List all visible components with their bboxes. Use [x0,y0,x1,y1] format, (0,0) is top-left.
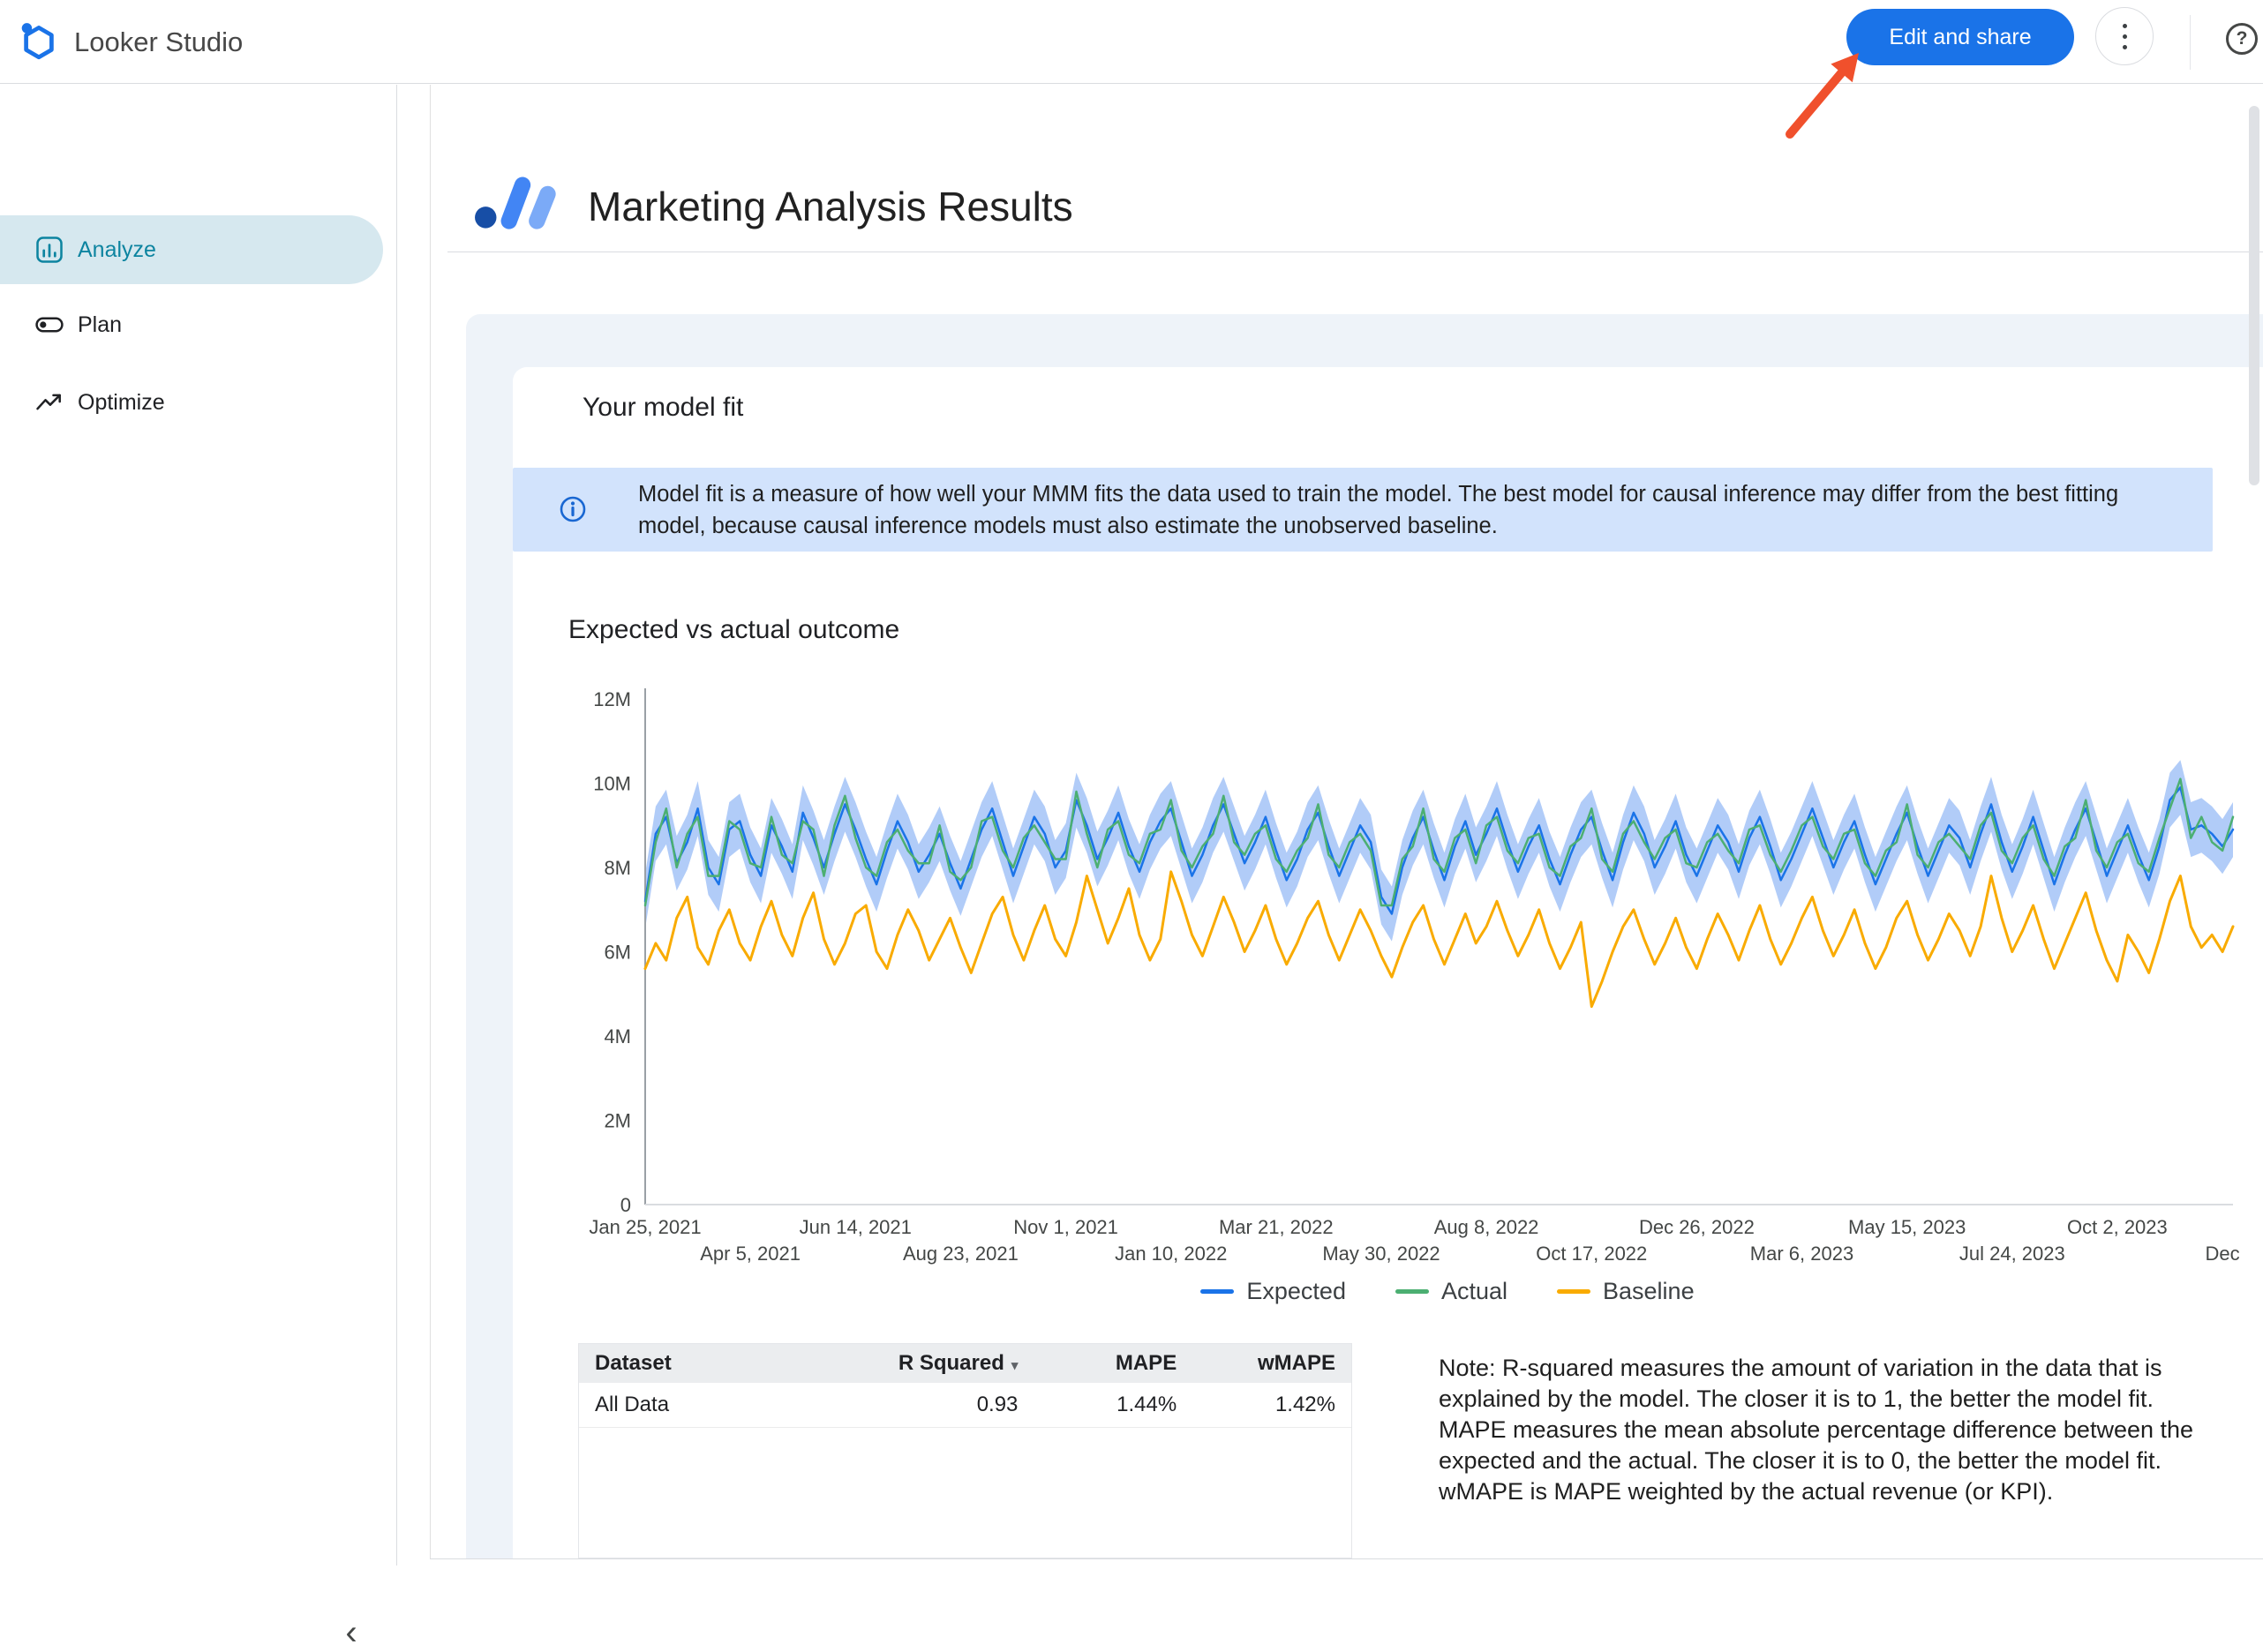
chart-section-title: Expected vs actual outcome [568,615,899,645]
legend-label: Expected [1246,1278,1346,1305]
svg-text:Jul 24, 2023: Jul 24, 2023 [1959,1243,2065,1265]
sidebar-item-plan[interactable]: Plan [0,290,383,359]
card-title: Your model fit [583,393,743,423]
svg-text:Jan 25, 2021: Jan 25, 2021 [589,1216,701,1238]
sidebar-item-label: Plan [78,312,122,338]
model-fit-table: Dataset R Squared▾ MAPE wMAPE All Data 0… [578,1343,1352,1558]
info-banner-text: Model fit is a measure of how well your … [638,478,2139,542]
svg-text:Dec: Dec [2206,1243,2240,1265]
cell-dataset: All Data [579,1393,812,1417]
legend-swatch [1557,1289,1590,1294]
svg-text:Aug 8, 2022: Aug 8, 2022 [1434,1216,1539,1238]
svg-text:12M: 12M [593,688,631,710]
svg-text:4M: 4M [604,1025,631,1048]
topbar: Looker Studio Edit and share ? [0,0,2263,84]
table-header-row: Dataset R Squared▾ MAPE wMAPE [579,1344,1351,1383]
trending-up-icon [34,387,65,418]
meridian-logo [473,168,572,231]
svg-text:0: 0 [620,1194,631,1216]
svg-text:May 30, 2022: May 30, 2022 [1322,1243,1440,1265]
left-navigation: Analyze Plan Optimize ‹ [0,85,397,1566]
table-header-dataset: Dataset [579,1351,812,1376]
toggle-icon [34,309,65,341]
sidebar-item-analyze[interactable]: Analyze [0,215,383,284]
legend-label: Actual [1441,1278,1507,1305]
cell-rsquared: 0.93 [812,1393,1034,1417]
kebab-dot [2123,45,2127,49]
svg-text:8M: 8M [604,857,631,879]
page-bottom-edge [430,1558,2263,1559]
svg-text:10M: 10M [593,773,631,795]
sidebar-collapse-button[interactable]: ‹ [332,1615,371,1650]
svg-text:Jan 10, 2022: Jan 10, 2022 [1115,1243,1227,1265]
legend-item-actual: Actual [1395,1278,1507,1305]
sort-descending-icon: ▾ [1011,1358,1019,1373]
legend-swatch [1200,1289,1234,1294]
legend-label: Baseline [1603,1278,1695,1305]
sidebar-item-label: Optimize [78,390,165,416]
kebab-dot [2123,34,2127,39]
table-header-rsquared[interactable]: R Squared▾ [812,1351,1034,1376]
page-left-edge [430,85,431,1558]
chart-legend: Expected Actual Baseline [653,1278,2242,1305]
cell-wmape: 1.42% [1192,1393,1351,1417]
edit-and-share-button[interactable]: Edit and share [1846,9,2074,65]
legend-swatch [1395,1289,1429,1294]
sidebar-item-label: Analyze [78,237,156,263]
svg-text:Jun 14, 2021: Jun 14, 2021 [800,1216,912,1238]
looker-studio-logo [18,19,60,62]
svg-text:6M: 6M [604,942,631,964]
svg-text:Oct 17, 2022: Oct 17, 2022 [1536,1243,1647,1265]
table-header-mape[interactable]: MAPE [1034,1351,1192,1376]
topbar-divider [2190,15,2191,70]
cell-mape: 1.44% [1034,1393,1192,1417]
legend-item-baseline: Baseline [1557,1278,1695,1305]
svg-text:Oct 2, 2023: Oct 2, 2023 [2067,1216,2168,1238]
svg-text:Mar 6, 2023: Mar 6, 2023 [1750,1243,1853,1265]
kebab-dot [2123,24,2127,28]
app-title: Looker Studio [74,0,243,84]
table-row: All Data 0.93 1.44% 1.42% [579,1383,1351,1428]
more-options-button[interactable] [2095,7,2154,65]
svg-text:Mar 21, 2022: Mar 21, 2022 [1219,1216,1334,1238]
svg-text:Apr 5, 2021: Apr 5, 2021 [700,1243,801,1265]
svg-text:Aug 23, 2021: Aug 23, 2021 [903,1243,1019,1265]
model-fit-note: Note: R-squared measures the amount of v… [1439,1353,2205,1507]
sidebar-item-optimize[interactable]: Optimize [0,368,383,437]
legend-item-expected: Expected [1200,1278,1346,1305]
report-title: Marketing Analysis Results [588,183,1073,230]
svg-text:Nov 1, 2021: Nov 1, 2021 [1013,1216,1118,1238]
model-fit-chart[interactable]: 0 2M 4M 6M 8M 10M 12M Jan 25, 2021 Apr 5, 2021 Ju… [565,680,2263,1273]
info-icon [559,495,587,523]
svg-text:May 15, 2023: May 15, 2023 [1848,1216,1966,1238]
analyze-chart-icon [34,234,65,266]
svg-text:Dec 26, 2022: Dec 26, 2022 [1639,1216,1755,1238]
table-header-wmape[interactable]: wMAPE [1192,1351,1351,1376]
svg-text:2M: 2M [604,1110,631,1132]
help-icon[interactable]: ? [2226,23,2258,55]
vertical-scrollbar-thumb[interactable] [2249,106,2259,485]
